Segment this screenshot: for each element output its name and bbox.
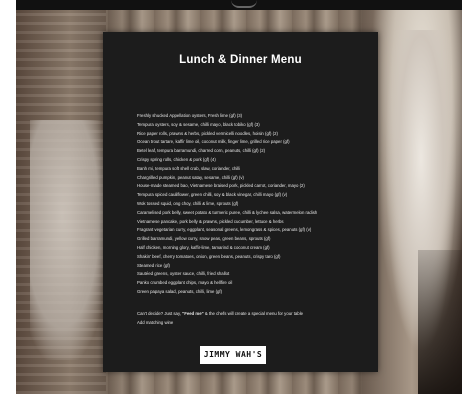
menu-title: Lunch & Dinner Menu bbox=[179, 54, 302, 66]
feed-me-prefix: Can't decide? Just say, bbox=[137, 311, 183, 316]
menu-item: Sautéed greens, oyster sauce, chilli, fr… bbox=[137, 271, 230, 277]
menu-item: House-made steamed bao, Vietnamese brais… bbox=[137, 183, 305, 189]
menu-item: Ocean trout tartare, kaffir lime oil, co… bbox=[137, 139, 290, 145]
menu-item: Caramelised pork belly, sweet potato & t… bbox=[137, 209, 318, 215]
menu-item: Tempura oysters, soy & sesame, chilli ma… bbox=[137, 121, 260, 127]
top-bar bbox=[16, 0, 462, 10]
menu-list: Freshly shucked Appellation oysters, Fre… bbox=[137, 112, 377, 297]
menu-item: Vietnamese pancake, pork belly & prawns,… bbox=[137, 218, 284, 224]
menu-item: Half chicken, morning glory, kaffir-lime… bbox=[137, 244, 270, 250]
shadow-right bbox=[418, 250, 462, 394]
matching-wine-note: Add matching wine bbox=[137, 320, 174, 325]
menu-item: Wok tossed squid, ong choy, chilli & lim… bbox=[137, 200, 239, 206]
menu-card: Lunch & Dinner Menu Freshly shucked Appe… bbox=[103, 32, 378, 372]
menu-item: Grilled barramundi, yellow curry, snow p… bbox=[137, 236, 271, 242]
menu-item: Fragrant vegetarian curry, eggplant, sea… bbox=[137, 227, 312, 233]
menu-item: Freshly shucked Appellation oysters, Fre… bbox=[137, 113, 243, 118]
menu-item: Steamed rice (gf) bbox=[137, 262, 170, 268]
menu-item: Chargrilled pumpkin, peanut satay, sesam… bbox=[137, 174, 244, 180]
menu-item: Shakin' beef, cherry tomatoes, onion, gr… bbox=[137, 253, 281, 259]
menu-item: Crispy spring rolls, chicken & pork (gf)… bbox=[137, 156, 216, 162]
menu-item: Rice paper rolls, prawns & herbs, pickle… bbox=[137, 130, 278, 136]
feed-me-emphasis: "Feed me" bbox=[182, 311, 204, 316]
menu-item: Tempura spiced cauliflower, green chilli… bbox=[137, 192, 288, 198]
ornament-icon bbox=[231, 0, 257, 8]
feed-me-note: Can't decide? Just say, "Feed me" & the … bbox=[137, 311, 303, 316]
blurred-person-left bbox=[30, 120, 110, 360]
menu-item: Betel leaf, tempura barramundi, charred … bbox=[137, 148, 266, 154]
menu-item: Panko crumbed eggplant chips, mayo & hel… bbox=[137, 280, 233, 286]
menu-item: Banh mi, tempura soft shell crab, slaw, … bbox=[137, 165, 241, 171]
menu-item: Green papaya salad, peanuts, chilli, lim… bbox=[137, 288, 223, 294]
feed-me-suffix: & the chefs will create a special menu f… bbox=[203, 311, 304, 316]
restaurant-logo: JIMMY WAH'S bbox=[200, 346, 266, 364]
